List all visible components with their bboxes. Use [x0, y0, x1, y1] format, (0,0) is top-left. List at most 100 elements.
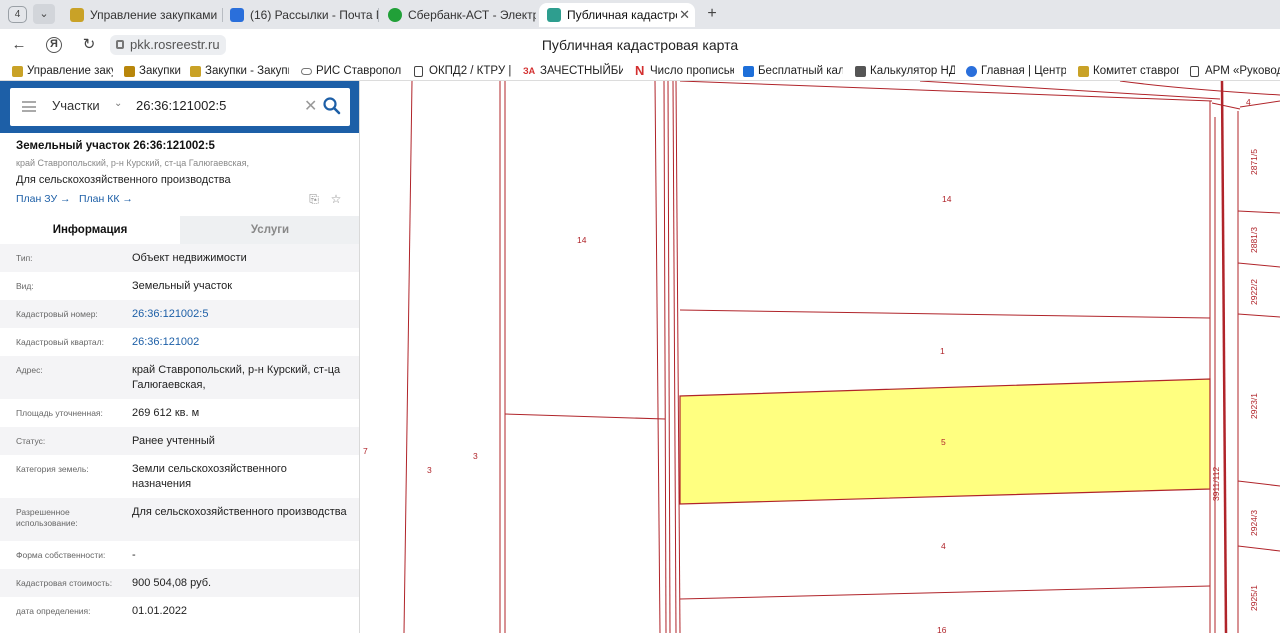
map-label-2871-5: 2871/5 — [1249, 149, 1259, 175]
url-field[interactable]: pkk.rosreestr.ru — [110, 35, 226, 55]
info-row-cadastral-cost: Кадастровая стоимость: 900 504,08 руб. — [0, 569, 359, 597]
tab-label: Сбербанк-АСТ - Электрон — [408, 8, 536, 22]
map-label-5: 5 — [941, 437, 946, 447]
cadastral-map[interactable]: 14 14 1 5 4 16 3 3 7 4 2871/5 2881/3 292… — [360, 81, 1280, 633]
plan-zu-link[interactable]: План ЗУ → — [16, 193, 71, 205]
search-box: Участки ⌄ 26:36:121002:5 ✕ — [10, 88, 350, 126]
info-key: Площадь уточненная: — [16, 408, 103, 418]
bookmark-item[interactable]: Закупки - Закупк — [190, 63, 289, 79]
reload-icon[interactable]: ↻ — [78, 34, 100, 56]
lock-icon — [116, 40, 124, 49]
close-tab-icon[interactable]: ✕ — [679, 3, 690, 27]
tab-services[interactable]: Услуги — [180, 216, 359, 244]
search-input[interactable]: 26:36:121002:5 — [136, 98, 226, 113]
browser-tab-zakupki[interactable]: Управление закупками — [62, 3, 222, 27]
bookmark-item[interactable]: ОКПД2 / КТРУ | К — [414, 63, 512, 79]
info-key: Кадастровый квартал: — [16, 337, 104, 347]
bookmark-item[interactable]: ЗА ЗАЧЕСТНЫЙБИЗ — [523, 63, 623, 79]
tab-info[interactable]: Информация — [0, 216, 180, 244]
search-category-select[interactable]: Участки — [52, 98, 100, 113]
info-value: 269 612 кв. м — [132, 407, 200, 419]
browser-tab-sberbank-ast[interactable]: Сбербанк-АСТ - Электрон — [380, 3, 536, 27]
yandex-icon[interactable]: Я — [46, 37, 62, 53]
plan-kk-link[interactable]: План КК → — [79, 193, 133, 205]
info-row-cadastral-number: Кадастровый номер: 26:36:121002:5 — [0, 300, 359, 328]
info-value: Земли сельскохозяйственного назначения — [132, 463, 287, 490]
bookmark-label: ЗАЧЕСТНЫЙБИЗ — [540, 65, 623, 77]
rosreestr-icon — [547, 8, 561, 22]
bookmark-item[interactable]: Бесплатный кальк — [743, 63, 843, 79]
bookmark-item[interactable]: Комитет ставроп — [1078, 63, 1179, 79]
info-value: Для сельскохозяйственного производства — [132, 506, 347, 518]
bookmark-label: Число прописью — [650, 65, 734, 77]
bookmark-label: Бесплатный кальк — [758, 65, 843, 77]
object-title: Земельный участок 26:36:121002:5 — [16, 140, 215, 152]
map-label-2922-2: 2922/2 — [1249, 279, 1259, 305]
clear-search-icon[interactable]: ✕ — [304, 96, 317, 116]
info-key: Категория земель: — [16, 464, 89, 474]
document-search-icon[interactable]: ⎘ — [307, 192, 321, 206]
panel-tabs: Информация Услуги — [0, 216, 359, 244]
info-row-kind: Вид: Земельный участок — [0, 272, 359, 300]
map-label-1: 1 — [940, 346, 945, 356]
info-row-permitted-use: Разрешенное использование: Для сельскохо… — [0, 498, 359, 541]
bookmark-item[interactable]: АРМ «Руководи — [1190, 63, 1280, 79]
info-row-area: Площадь уточненная: 269 612 кв. м — [0, 399, 359, 427]
cadastral-quarter-link[interactable]: 26:36:121002 — [132, 335, 347, 350]
back-arrow-icon[interactable]: ← — [8, 34, 30, 56]
emblem-icon — [12, 66, 23, 77]
chevron-down-icon[interactable]: ⌄ — [114, 98, 122, 109]
page-icon — [414, 66, 423, 77]
bookmark-item[interactable]: N Число прописью — [635, 63, 734, 79]
search-bar: Участки ⌄ 26:36:121002:5 ✕ — [0, 81, 359, 133]
tab-list-chevron-icon[interactable]: ⌄ — [33, 4, 55, 24]
map-label-2881-3: 2881/3 — [1249, 227, 1259, 253]
info-row-cadastral-quarter: Кадастровый квартал: 26:36:121002 — [0, 328, 359, 356]
page-icon — [1190, 66, 1199, 77]
browser-tab-strip: 4 ⌄ Управление закупками (16) Рассылки -… — [0, 0, 1280, 29]
emblem-icon — [1078, 66, 1089, 77]
map-label-2925-1: 2925/1 — [1249, 585, 1259, 611]
map-label-3911-112: 3911/112 — [1211, 467, 1221, 501]
address-bar: ← Я ↻ pkk.rosreestr.ru Публичная кадастр… — [0, 29, 1280, 61]
info-row-ownership: Форма собственности: - — [0, 541, 359, 569]
browser-tab-cadastral-map[interactable]: Публичная кадастровая ✕ — [539, 3, 695, 27]
menu-burger-icon[interactable] — [22, 101, 36, 112]
tab-count-badge[interactable]: 4 — [8, 6, 27, 23]
cadastral-number-link[interactable]: 26:36:121002:5 — [132, 307, 347, 322]
zachestnyibiznes-icon: ЗА — [523, 66, 536, 76]
bookmark-label: АРМ «Руководи — [1205, 65, 1280, 77]
map-label-4: 4 — [1246, 97, 1251, 107]
info-row-land-category: Категория земель: Земли сельскохозяйстве… — [0, 455, 359, 498]
cloud-icon — [301, 68, 312, 75]
object-usage: Для сельскохозяйственного производства — [16, 174, 231, 186]
bookmark-item[interactable]: Главная | Центр п — [966, 63, 1066, 79]
info-value: край Ставропольский, р-н Курский, ст-ца … — [132, 364, 341, 391]
bookmark-item[interactable]: Калькулятор НДС — [855, 63, 955, 79]
star-icon[interactable]: ☆ — [329, 192, 343, 206]
info-row-status: Статус: Ранее учтенный — [0, 427, 359, 455]
emblem-icon — [70, 8, 84, 22]
map-canvas[interactable]: 14 14 1 5 4 16 3 3 7 4 2871/5 2881/3 292… — [360, 81, 1280, 633]
info-key: Разрешенное использование: — [16, 507, 78, 528]
bookmark-label: Калькулятор НДС — [870, 65, 955, 77]
bookmark-label: РИС Ставрополь — [316, 65, 401, 77]
bookmarks-bar: Управление заку Закупки Закупки - Закупк… — [0, 61, 1280, 81]
emblem-icon — [190, 66, 201, 77]
bookmark-item[interactable]: РИС Ставрополь — [301, 63, 401, 79]
n-letter-icon: N — [635, 63, 645, 78]
info-key: дата определения: — [16, 606, 91, 616]
map-label-2924-3: 2924/3 — [1249, 510, 1259, 536]
info-row-type: Тип: Объект недвижимости — [0, 244, 359, 272]
info-key: Адрес: — [16, 365, 43, 375]
bookmark-label: ОКПД2 / КТРУ | К — [429, 65, 512, 77]
new-tab-plus-icon[interactable]: + — [702, 4, 722, 24]
bookmark-item[interactable]: Управление заку — [12, 63, 113, 79]
bookmark-item[interactable]: Закупки — [124, 63, 182, 79]
map-label-14: 14 — [942, 194, 952, 204]
center-logo-icon — [966, 66, 977, 77]
browser-tab-mail[interactable]: (16) Рассылки - Почта Ма — [222, 3, 378, 27]
search-icon[interactable] — [322, 96, 342, 116]
info-value: - — [132, 549, 136, 561]
bookmark-label: Главная | Центр п — [981, 65, 1066, 77]
